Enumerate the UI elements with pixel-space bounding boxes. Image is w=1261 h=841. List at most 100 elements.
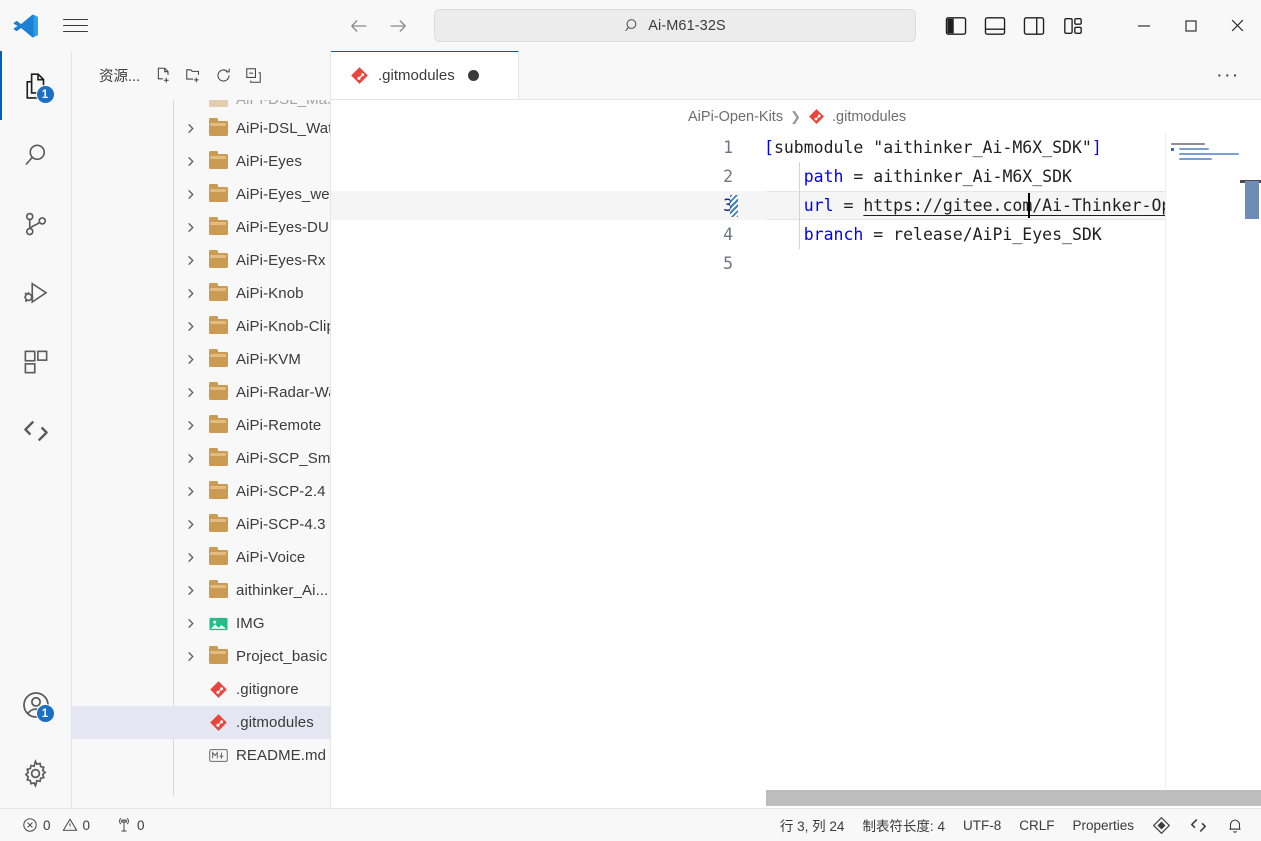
workbench-body: 1 1 资源... AiPi-DSL_Wa AiPi-Eyes AiPi-Eye… — [0, 51, 1261, 808]
activity-source-control[interactable] — [0, 189, 72, 258]
tree-item-aipi-voice[interactable]: AiPi-Voice — [72, 541, 330, 574]
status-problems[interactable]: 0 0 — [13, 809, 99, 841]
chevron-right-icon[interactable] — [182, 519, 198, 530]
chevron-right-icon[interactable] — [182, 618, 198, 629]
code-line-5[interactable]: 5 — [331, 249, 1261, 278]
chevron-right-icon[interactable] — [182, 222, 198, 233]
line-number: 2 — [723, 167, 733, 186]
tree-item-aipi-eyes-weather[interactable]: AiPi-Eyes_weather — [72, 178, 330, 211]
tree-item-project-basic[interactable]: Project_basic — [72, 640, 330, 673]
code-editor[interactable]: 1 [submodule "aithinker_Ai-M6X_SDK"] 2 pat… — [331, 133, 1261, 808]
folder-icon — [208, 117, 228, 139]
tree-item-aipi-scp-2-4[interactable]: AiPi-SCP-2.4 — [72, 475, 330, 508]
vertical-scrollbar-thumb[interactable] — [1245, 181, 1259, 219]
navigation-arrows — [348, 0, 409, 51]
chevron-right-icon[interactable] — [182, 255, 198, 266]
chevron-right-icon[interactable] — [182, 585, 198, 596]
tree-item-aipi-knob[interactable]: AiPi-Knob — [72, 277, 330, 310]
collapse-all-button[interactable] — [238, 61, 268, 91]
breadcrumb-item-folder[interactable]: AiPi-Open-Kits — [688, 109, 783, 125]
tree-item-gitmodules[interactable]: .gitmodules — [72, 706, 330, 739]
chevron-right-icon[interactable] — [182, 453, 198, 464]
tree-item-aipi-scp-smartc[interactable]: AiPi-SCP_SmartC... — [72, 442, 330, 475]
tree-item-readme-md[interactable]: README.md — [72, 739, 330, 772]
maximize-icon[interactable] — [1167, 0, 1214, 51]
activity-explorer[interactable]: 1 — [0, 51, 72, 120]
tree-item-label: AiPi-DSL_Master... — [236, 100, 330, 108]
code-line-1[interactable]: 1 [submodule "aithinker_Ai-M6X_SDK"] — [331, 133, 1261, 162]
chevron-right-icon[interactable] — [182, 156, 198, 167]
customize-layout-icon[interactable] — [1053, 8, 1092, 44]
tree-item-aipi-dsl-watch[interactable]: AiPi-DSL_Watch — [72, 112, 330, 145]
status-indentation[interactable]: 制表符长度: 4 — [853, 809, 954, 841]
chevron-right-icon[interactable] — [182, 288, 198, 299]
hamburger-menu-icon[interactable] — [52, 0, 98, 51]
editor-actions-ellipsis-icon[interactable]: ··· — [1211, 51, 1245, 100]
tree-item-aipi-eyes-du[interactable]: AiPi-Eyes-DU — [72, 211, 330, 244]
editor-tabs-bar: .gitmodules ··· — [331, 51, 1261, 100]
tab-gitmodules[interactable]: .gitmodules — [331, 51, 519, 99]
explorer-header: 资源... — [72, 51, 330, 100]
tree-item-aipi-eyes[interactable]: AiPi-Eyes — [72, 145, 330, 178]
new-file-button[interactable] — [148, 61, 178, 91]
accounts-button[interactable]: 1 — [0, 670, 72, 739]
status-notifications-button[interactable] — [1217, 809, 1253, 841]
new-folder-button[interactable] — [178, 61, 208, 91]
tree-item-aipi-kvm[interactable]: AiPi-KVM — [72, 343, 330, 376]
tree-item-gitignore[interactable]: .gitignore — [72, 673, 330, 706]
chevron-right-icon[interactable] — [182, 321, 198, 332]
code-line-4[interactable]: 4 branch = release/AiPi_Eyes_SDK — [331, 220, 1261, 249]
file-tree[interactable]: AiPi-DSL_Master... AiPi-DSL_Watch AiPi-Eye… — [72, 100, 330, 808]
horizontal-scrollbar-thumb[interactable] — [766, 790, 1261, 806]
status-gitlens-button[interactable] — [1143, 809, 1180, 841]
folder-icon — [208, 414, 228, 436]
close-icon[interactable] — [1214, 0, 1261, 51]
activity-search[interactable] — [0, 120, 72, 189]
manage-settings-button[interactable] — [0, 739, 72, 808]
code-line-3[interactable]: 3 url = https://gitee.com/Ai-Thinker-Ope… — [331, 191, 1261, 220]
activity-extensions[interactable] — [0, 327, 72, 396]
chevron-right-icon[interactable] — [182, 651, 198, 662]
tree-item-aipi-scp-4-3[interactable]: AiPi-SCP-4.3 — [72, 508, 330, 541]
status-remote-button[interactable] — [1180, 809, 1217, 841]
forward-arrow-icon[interactable] — [387, 15, 409, 37]
status-language-mode[interactable]: Properties — [1063, 809, 1143, 841]
tree-item-aipi-dsl-master[interactable]: AiPi-DSL_Master... — [72, 100, 330, 112]
breadcrumb-item-file[interactable]: .gitmodules — [832, 109, 906, 125]
editor-horizontal-scrollbar[interactable] — [331, 788, 1261, 808]
tree-item-img[interactable]: IMG — [72, 607, 330, 640]
tree-item-aipi-remote[interactable]: AiPi-Remote — [72, 409, 330, 442]
tree-item-label: AiPi-DSL_Watch — [236, 120, 330, 137]
refresh-explorer-button[interactable] — [208, 61, 238, 91]
tree-item-aipi-knob-clipst[interactable]: AiPi-Knob-ClipsT... — [72, 310, 330, 343]
minimap[interactable] — [1166, 133, 1240, 808]
code-line-2[interactable]: 2 path = aithinker_Ai-M6X_SDK — [331, 162, 1261, 191]
activity-remote-explorer[interactable] — [0, 396, 72, 465]
back-arrow-icon[interactable] — [348, 15, 370, 37]
tree-item-aipi-radar-wake[interactable]: AiPi-Radar-Wake... — [72, 376, 330, 409]
status-cursor-position[interactable]: 行 3, 列 24 — [771, 809, 854, 841]
chevron-right-icon[interactable] — [182, 486, 198, 497]
git-file-icon — [208, 680, 228, 700]
status-eol[interactable]: CRLF — [1010, 809, 1063, 841]
chevron-right-icon[interactable] — [182, 354, 198, 365]
tab-dirty-indicator[interactable] — [467, 70, 479, 81]
tree-item-aipi-eyes-rx[interactable]: AiPi-Eyes-Rx — [72, 244, 330, 277]
status-ports[interactable]: 0 — [107, 809, 154, 841]
chevron-right-icon[interactable] — [182, 387, 198, 398]
activity-run-debug[interactable] — [0, 258, 72, 327]
toggle-secondary-sidebar-button[interactable] — [1014, 8, 1053, 44]
code-line-text: [submodule "aithinker_Ai-M6X_SDK"] — [764, 138, 1102, 157]
folder-icon — [208, 579, 228, 601]
tree-item-aithinker-ai[interactable]: aithinker_Ai...S — [72, 574, 330, 607]
command-center-search[interactable]: Ai-M61-32S — [434, 9, 916, 42]
toggle-primary-sidebar-button[interactable] — [936, 8, 975, 44]
minimize-icon[interactable] — [1120, 0, 1167, 51]
status-encoding[interactable]: UTF-8 — [954, 809, 1010, 841]
editor-vertical-scrollbar[interactable] — [1240, 133, 1261, 808]
chevron-right-icon[interactable] — [182, 189, 198, 200]
chevron-right-icon[interactable] — [182, 552, 198, 563]
chevron-right-icon[interactable] — [182, 123, 198, 134]
chevron-right-icon[interactable] — [182, 420, 198, 431]
toggle-panel-button[interactable] — [975, 8, 1014, 44]
